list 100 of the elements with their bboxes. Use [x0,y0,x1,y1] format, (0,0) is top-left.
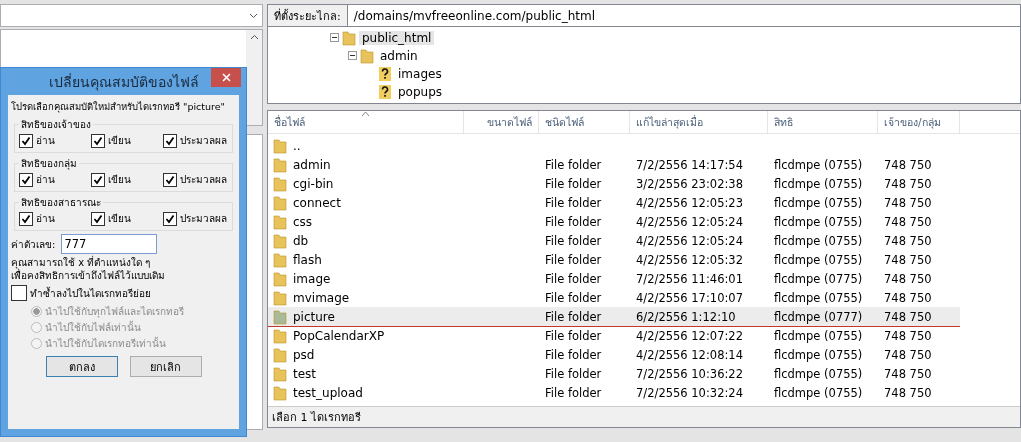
table-cell-text: 4/2/2556 12:05:23 [635,195,744,210]
table-cell-text: flcdmpe (0755) [773,157,864,172]
table-cell-text: File folder [544,385,603,400]
table-cell-text: 4/2/2556 12:07:22 [635,328,744,343]
table-cell-text: 748 750 [883,176,933,191]
column-header[interactable]: เจ้าของ/กลุ่ม [878,111,960,133]
folder-icon [273,137,287,154]
table-cell-text: flcdmpe (0775) [773,271,864,286]
column-header[interactable]: ชนิดไฟล์ [539,111,630,133]
file-name: image [293,271,331,286]
table-cell-text: 748 750 [883,271,933,286]
checkbox[interactable] [163,133,177,148]
table-cell-text: flcdmpe (0755) [773,385,864,400]
table-cell-text: 4/2/2556 12:05:24 [635,214,744,229]
file-row[interactable]: test File folder 7/2/2556 10:36:22 flcdmpe (0755) 748 750 [268,364,960,383]
table-cell-text: flcdmpe (0755) [773,328,864,343]
checkbox[interactable] [11,285,27,301]
folder-icon [273,384,287,401]
checkbox-label: เขียน [108,134,131,148]
collapse-icon[interactable] [348,51,357,60]
checkbox[interactable] [19,211,33,226]
table-cell-text: 748 750 [883,309,933,324]
folder-icon [273,365,287,382]
column-header[interactable]: แก้ไขล่าสุดเมื่อ [630,111,768,133]
cancel-button[interactable]: ยกเลิก [129,356,202,377]
group-title: สิทธิของกลุ่ม [20,157,78,171]
checkbox-label: อ่าน [36,173,55,187]
folder-icon [360,48,374,64]
file-row[interactable]: db File folder 4/2/2556 12:05:24 flcdmpe (0755) 748 750 [268,231,960,250]
numeric-field[interactable]: 777 [61,234,158,254]
table-cell-text: flcdmpe (0755) [773,290,864,305]
file-row[interactable]: picture File folder 6/2/2556 1:12:10 flcdmpe (0777) 748 750 [268,307,960,326]
folder-icon [273,213,287,230]
tree-item[interactable]: images [395,67,445,81]
file-name: connect [293,195,341,210]
checkbox-label: ทำซ้ำลงไปในไดเรกทอรีย่อย [30,285,151,301]
file-name: cgi-bin [293,176,334,191]
table-cell-text: 7/2/2556 10:32:24 [635,385,744,400]
file-name: test [293,366,317,381]
table-cell-text: File folder [544,157,603,172]
collapse-icon[interactable] [330,33,339,42]
scrollbar[interactable] [246,30,262,125]
table-cell-text: File folder [544,252,603,267]
table-cell-text: 748 750 [883,157,933,172]
table-cell-text: File folder [544,195,603,210]
file-row[interactable]: .. [268,136,960,155]
radio-label: นำไปใช้กับไดเรกทอรีเท่านั้น [45,336,166,351]
checkbox[interactable] [163,172,177,187]
folder-icon [342,30,356,46]
checkbox[interactable] [91,133,105,148]
tree-item[interactable]: popups [395,85,446,99]
checkbox[interactable] [19,133,33,148]
checkbox-label: อ่าน [36,212,55,226]
file-row[interactable]: css File folder 4/2/2556 12:05:24 flcdmpe (0755) 748 750 [268,212,960,231]
checkbox-label: ประมวลผล [180,212,227,226]
checkbox-label: เขียน [108,173,131,187]
file-name: css [293,214,313,229]
ok-button[interactable]: ตกลง [45,356,118,377]
table-cell-text: 748 750 [883,252,933,267]
table-cell-text: 748 750 [883,233,933,248]
checkbox[interactable] [163,211,177,226]
file-row[interactable]: test_upload File folder 7/2/2556 10:32:24 flcdmpe (0755) 748 750 [268,383,960,402]
table-cell-text: flcdmpe (0755) [773,214,864,229]
file-row[interactable]: connect File folder 4/2/2556 12:05:23 flcdmpe (0755) 748 750 [268,193,960,212]
table-cell-text: 4/2/2556 12:05:32 [635,252,744,267]
file-name: test_upload [293,385,363,400]
chevron-up-icon [249,34,259,40]
file-name: mvimage [293,290,350,305]
column-header[interactable]: ชื่อไฟล์ [268,111,464,133]
file-name: .. [293,138,301,153]
folder-icon [273,156,287,173]
folder-icon [273,308,287,325]
radio-label: นำไปใช้กับทุกไฟล์และไดเรกทอรี [45,305,184,319]
close-button[interactable] [211,68,241,87]
file-row[interactable]: PopCalendarXP File folder 4/2/2556 12:07:22 flcdmpe (0755) 748 750 [268,326,960,345]
file-row[interactable]: flash File folder 4/2/2556 12:05:32 flcdmpe (0755) 748 750 [268,250,960,269]
tree-item[interactable]: public_html [359,31,435,45]
file-row[interactable]: admin File folder 7/2/2556 14:17:54 flcdmpe (0755) 748 750 [268,155,960,174]
tree-item[interactable]: admin [377,49,421,63]
question-icon [378,66,392,82]
checkbox[interactable] [19,172,33,187]
folder-icon [273,346,287,363]
file-row[interactable]: mvimage File folder 4/2/2556 17:10:07 flcdmpe (0755) 748 750 [268,288,960,307]
folder-icon [273,194,287,211]
file-row[interactable]: psd File folder 4/2/2556 12:08:14 flcdmpe (0755) 748 750 [268,345,960,364]
file-row[interactable]: image File folder 7/2/2556 11:46:01 flcdmpe (0775) 748 750 [268,269,960,288]
checkbox[interactable] [91,211,105,226]
table-cell-text: File folder [544,328,603,343]
file-row[interactable]: cgi-bin File folder 3/2/2556 23:02:38 flcdmpe (0755) 748 750 [268,174,960,193]
table-cell-text: flcdmpe (0755) [773,233,864,248]
table-cell-text: flcdmpe (0777) [773,309,864,324]
checkbox[interactable] [91,172,105,187]
checkbox-label: ประมวลผล [180,173,227,187]
file-name: flash [293,252,322,267]
column-header[interactable]: สิทธิ [768,111,878,133]
checkbox-label: เขียน [108,212,131,226]
table-cell-text: 748 750 [883,195,933,210]
folder-icon [273,232,287,249]
column-header[interactable]: ขนาดไฟล์ [464,111,539,133]
table-cell-text: File folder [544,347,603,362]
